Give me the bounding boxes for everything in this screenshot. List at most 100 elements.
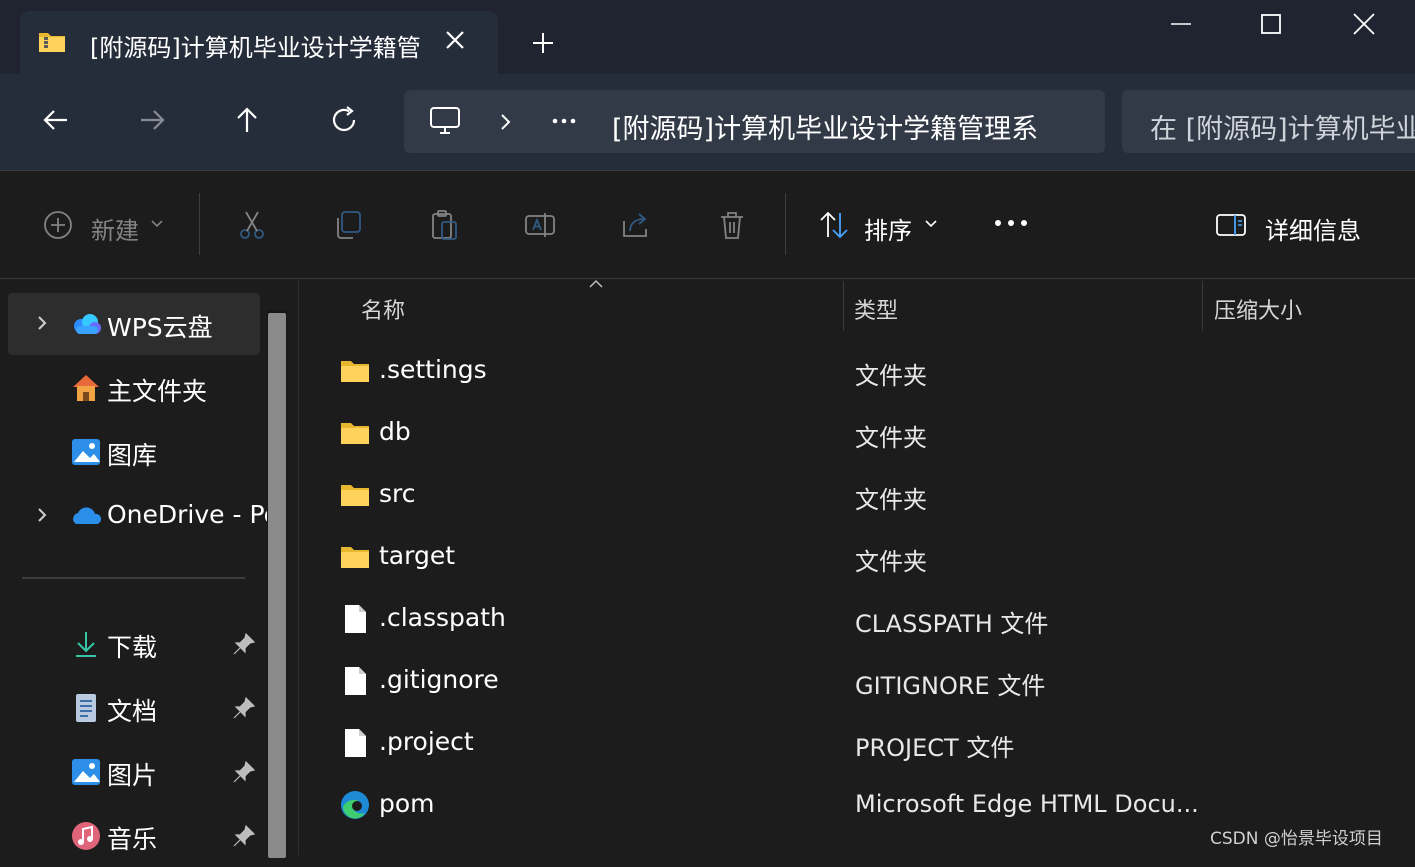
sidebar-item-label: 文档	[107, 697, 158, 726]
sort-icon	[820, 211, 848, 239]
refresh-icon[interactable]	[327, 103, 361, 137]
file-name: pom	[379, 789, 435, 818]
column-header-size[interactable]: 压缩大小	[1214, 293, 1302, 325]
sidebar-scrollbar-thumb[interactable]	[268, 313, 286, 858]
sidebar-item-gallery[interactable]: 图库	[8, 421, 260, 483]
column-header-type[interactable]: 类型	[854, 293, 898, 325]
music-icon	[72, 822, 100, 850]
onedrive-icon	[73, 507, 102, 524]
delete-icon[interactable]	[716, 209, 748, 241]
sidebar-item-label: 音乐	[107, 825, 158, 854]
pin-icon[interactable]	[232, 824, 256, 848]
file-name: .project	[379, 727, 474, 756]
close-tab-icon[interactable]	[442, 27, 468, 53]
maximize-icon[interactable]	[1257, 10, 1285, 38]
tab-title: [附源码]计算机毕业设计学籍管	[90, 34, 421, 62]
folder-icon	[341, 361, 369, 382]
navigation-pane: WPS云盘 主文件夹 图库 OneDrive - Pe 下载 文档 图片 音乐	[0, 279, 298, 858]
column-separator[interactable]	[843, 281, 844, 331]
sidebar-item-label: 图片	[107, 761, 158, 790]
sidebar-item-wps-cloud[interactable]: WPS云盘	[8, 293, 260, 355]
file-name: .settings	[379, 355, 487, 384]
chevron-down-icon	[925, 220, 937, 228]
pin-icon[interactable]	[232, 760, 256, 784]
table-row[interactable]: .project PROJECT 文件	[299, 712, 1415, 774]
toolbar-separator	[199, 193, 200, 255]
chevron-right-icon[interactable]	[32, 505, 52, 525]
up-icon[interactable]	[230, 103, 264, 137]
address-path[interactable]: [附源码]计算机毕业设计学籍管理系	[612, 107, 1038, 146]
forward-icon[interactable]	[135, 103, 169, 137]
chevron-down-icon	[151, 220, 163, 228]
file-type: PROJECT 文件	[855, 734, 1015, 762]
file-type: GITIGNORE 文件	[855, 672, 1046, 700]
folder-icon	[341, 485, 369, 506]
back-icon[interactable]	[39, 103, 73, 137]
cut-icon[interactable]	[236, 209, 268, 241]
sidebar-divider	[22, 577, 245, 579]
search-placeholder[interactable]: 在 [附源码]计算机毕业	[1150, 107, 1415, 146]
home-icon	[73, 375, 99, 401]
column-header-name[interactable]: 名称	[361, 293, 405, 325]
file-type: CLASSPATH 文件	[855, 610, 1049, 638]
details-pane-button[interactable]: 详细信息	[1215, 171, 1375, 278]
rename-icon[interactable]	[524, 209, 556, 241]
pictures-icon	[72, 759, 100, 785]
sidebar-item-label: WPS云盘	[107, 313, 213, 342]
close-window-icon[interactable]	[1350, 10, 1378, 38]
table-row[interactable]: target 文件夹	[299, 526, 1415, 588]
documents-icon	[76, 694, 96, 722]
table-row[interactable]: .gitignore GITIGNORE 文件	[299, 650, 1415, 712]
command-bar: 新建 排序 详细信息	[0, 171, 1415, 278]
sidebar-item-label: 图库	[107, 441, 158, 470]
sidebar-item-pictures[interactable]: 图片	[8, 741, 260, 803]
table-row[interactable]: .classpath CLASSPATH 文件	[299, 588, 1415, 650]
new-tab-icon[interactable]	[530, 30, 556, 56]
sidebar-item-music[interactable]: 音乐	[8, 805, 260, 867]
folder-icon	[341, 423, 369, 444]
sidebar-item-label: 下载	[107, 633, 158, 662]
pin-icon[interactable]	[232, 696, 256, 720]
file-name: .gitignore	[379, 665, 499, 694]
table-row[interactable]: src 文件夹	[299, 464, 1415, 526]
file-type: 文件夹	[855, 424, 927, 452]
file-icon	[345, 729, 366, 757]
file-type: Microsoft Edge HTML Docu...	[855, 790, 1199, 818]
column-separator[interactable]	[1202, 281, 1203, 331]
this-pc-icon[interactable]	[428, 105, 462, 137]
details-label: 详细信息	[1265, 217, 1361, 245]
file-list: 名称 类型 压缩大小 .settings 文件夹 db 文件夹 src 文件夹 …	[298, 279, 1415, 855]
file-icon	[345, 605, 366, 633]
pin-icon[interactable]	[232, 632, 256, 656]
sort-button[interactable]: 排序	[818, 171, 948, 278]
sidebar-item-downloads[interactable]: 下载	[8, 613, 260, 675]
sidebar-item-documents[interactable]: 文档	[8, 677, 260, 739]
address-bar[interactable]: [附源码]计算机毕业设计学籍管理系	[404, 90, 1105, 153]
file-type: 文件夹	[855, 362, 927, 390]
new-label: 新建	[91, 217, 139, 245]
minimize-icon[interactable]	[1167, 10, 1195, 38]
table-row[interactable]: db 文件夹	[299, 402, 1415, 464]
chevron-right-icon[interactable]	[496, 112, 514, 132]
file-icon	[345, 667, 366, 695]
share-icon[interactable]	[620, 209, 652, 241]
file-type: 文件夹	[855, 548, 927, 576]
sidebar-item-onedrive[interactable]: OneDrive - Pe	[8, 485, 279, 547]
watermark: CSDN @怡景毕设项目	[1210, 829, 1383, 849]
tab-current[interactable]: [附源码]计算机毕业设计学籍管	[20, 11, 498, 74]
folder-zip-icon	[39, 33, 65, 52]
toolbar-separator	[785, 193, 786, 255]
table-row[interactable]: .settings 文件夹	[299, 340, 1415, 402]
copy-icon[interactable]	[332, 209, 364, 241]
more-path-icon[interactable]	[551, 115, 577, 127]
new-button[interactable]: 新建	[42, 171, 172, 278]
sort-ascending-icon	[589, 279, 603, 288]
folder-icon	[341, 547, 369, 568]
paste-icon[interactable]	[428, 209, 460, 241]
wps-cloud-icon	[74, 314, 101, 334]
more-options-icon[interactable]	[993, 216, 1029, 230]
sidebar-item-home[interactable]: 主文件夹	[8, 357, 260, 419]
search-box[interactable]: 在 [附源码]计算机毕业	[1122, 90, 1415, 153]
chevron-right-icon[interactable]	[32, 313, 52, 333]
file-type: 文件夹	[855, 486, 927, 514]
